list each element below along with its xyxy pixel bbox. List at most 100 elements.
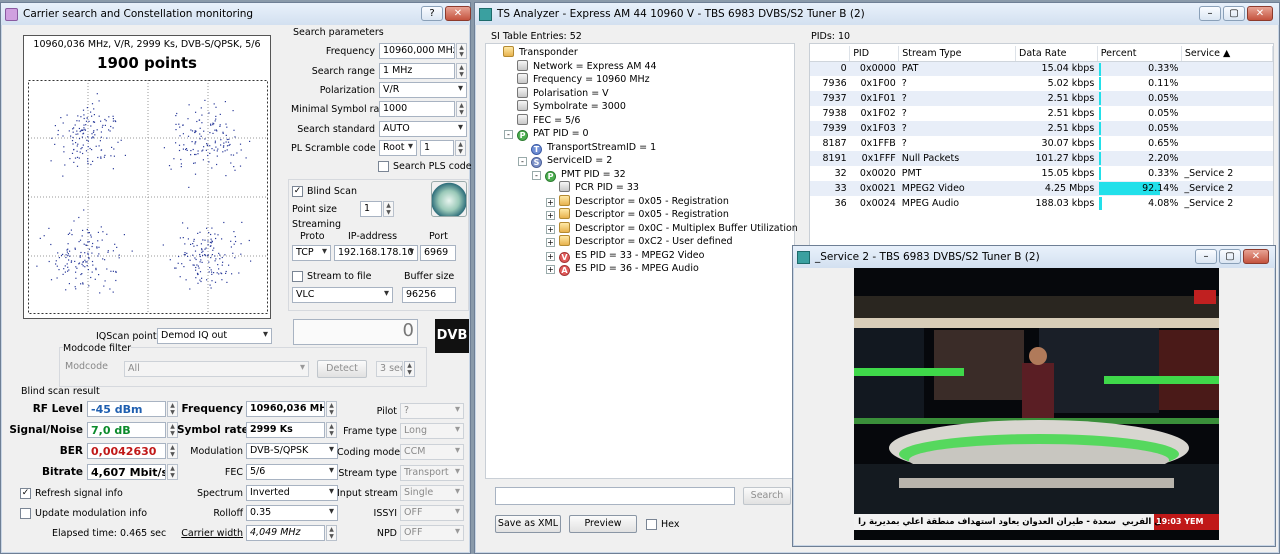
stream-to-file-checkbox[interactable]: [292, 271, 303, 282]
table-row[interactable]: 7938 0x1F02? 2.51 kbps 0.05%: [810, 106, 1273, 121]
table-row[interactable]: 7937 0x1F01? 2.51 kbps 0.05%: [810, 91, 1273, 106]
help-button[interactable]: ?: [421, 6, 443, 21]
video-close-button[interactable]: ✕: [1243, 249, 1269, 264]
iqscan-point-select[interactable]: Demod IQ out: [157, 328, 272, 344]
ts-minimize-button[interactable]: –: [1199, 6, 1221, 21]
expand-icon[interactable]: +: [546, 224, 555, 234]
collapse-icon[interactable]: -: [504, 130, 513, 139]
expand-icon[interactable]: +: [546, 238, 555, 247]
update-modulation-checkbox[interactable]: [20, 508, 31, 519]
carrier-width-spin[interactable]: ▲ ▼: [326, 525, 337, 541]
si-tree-item[interactable]: Polarisation = V: [504, 86, 609, 100]
search-input[interactable]: [495, 487, 735, 505]
si-tree-item[interactable]: FEC = 5/6: [504, 113, 580, 127]
ts-close-button[interactable]: ✕: [1247, 6, 1273, 21]
column-header[interactable]: PID: [849, 46, 900, 62]
expand-icon[interactable]: +: [546, 265, 555, 274]
table-row[interactable]: 8191 0x1FFF Null Packets 101.27 kbps 2.20%: [810, 151, 1273, 166]
column-header[interactable]: [810, 46, 851, 62]
table-row[interactable]: 33 0x0021 MPEG2 Video 4.25 Mbps 92.14% _Servi…: [810, 181, 1273, 196]
frequency-spin[interactable]: ▲ ▼: [456, 43, 467, 59]
frequency-input[interactable]: 10960,000 MHz: [379, 43, 455, 59]
search-pls-checkbox[interactable]: [378, 161, 389, 172]
point-size-input[interactable]: 1: [360, 201, 382, 217]
player-select[interactable]: VLC: [292, 287, 393, 303]
save-as-xml-button[interactable]: Save as XML: [495, 515, 561, 533]
table-row[interactable]: 7936 0x1F00? 5.02 kbps 0.11%: [810, 76, 1273, 91]
input-stream-select[interactable]: Single: [400, 485, 464, 501]
point-size-spin[interactable]: ▲ ▼: [383, 201, 394, 217]
ip-address-select[interactable]: 192.168.178.10: [334, 245, 418, 261]
pl-scramble-spin[interactable]: ▲ ▼: [455, 140, 466, 156]
si-tree-item[interactable]: Transponder: [490, 46, 578, 59]
si-tree-item[interactable]: Frequency = 10960 MHz: [504, 73, 650, 86]
column-header[interactable]: Service ▲: [1181, 46, 1274, 62]
port-input[interactable]: 6969: [420, 245, 456, 261]
si-tree[interactable]: Transponder Network = Express AM 44 Freque…: [485, 43, 798, 479]
coding-mode-select[interactable]: CCM: [400, 444, 464, 460]
si-tree-item[interactable]: - P PMT PID = 32: [532, 168, 626, 182]
close-button[interactable]: ✕: [445, 6, 471, 21]
table-row[interactable]: 0 0x0000 PAT 15.04 kbps 0.33%: [810, 61, 1273, 76]
spectrum-select[interactable]: Inverted: [246, 485, 338, 501]
si-tree-item[interactable]: Symbolrate = 3000: [504, 100, 626, 113]
npd-select[interactable]: OFF: [400, 525, 464, 541]
si-tree-item[interactable]: + V ES PID = 33 - MPEG2 Video: [546, 249, 704, 263]
proto-select[interactable]: TCP: [292, 245, 331, 261]
si-tree-item[interactable]: + Descriptor = 0xC2 - User defined: [546, 235, 733, 248]
detect-time-select[interactable]: 3 sec: [376, 361, 403, 377]
search-range-spin[interactable]: ▲ ▼: [456, 63, 467, 79]
refresh-signal-checkbox[interactable]: ✓: [20, 488, 31, 499]
rolloff-select[interactable]: 0.35: [246, 505, 338, 521]
preview-button[interactable]: Preview: [569, 515, 637, 533]
search-button[interactable]: Search: [743, 487, 791, 505]
hex-checkbox[interactable]: [646, 519, 657, 530]
modcode-select[interactable]: All: [124, 361, 309, 377]
min-symbol-rate-input[interactable]: 1000: [379, 101, 455, 117]
fec-select[interactable]: 5/6: [246, 464, 338, 480]
si-tree-item[interactable]: PCR PID = 33: [546, 181, 639, 194]
column-header[interactable]: Data Rate: [1015, 46, 1098, 62]
polarization-select[interactable]: V/R: [379, 82, 467, 98]
expand-icon[interactable]: +: [546, 197, 555, 207]
frame-type-select[interactable]: Long: [400, 423, 464, 439]
detect-time-spin[interactable]: ▲ ▼: [404, 361, 415, 377]
video-maximize-button[interactable]: ▢: [1219, 249, 1241, 264]
collapse-icon[interactable]: -: [518, 157, 527, 166]
video-minimize-button[interactable]: –: [1195, 249, 1217, 264]
pl-scramble-mode-select[interactable]: Root: [379, 140, 417, 156]
si-tree-item[interactable]: + Descriptor = 0x05 - Registration: [546, 194, 729, 208]
search-range-input[interactable]: 1 MHz: [379, 63, 455, 79]
pilot-select[interactable]: ?: [400, 403, 464, 419]
column-header[interactable]: Stream Type: [898, 46, 1017, 62]
pl-scramble-value-input[interactable]: 1: [420, 140, 454, 156]
expand-icon[interactable]: +: [546, 211, 555, 220]
si-tree-item[interactable]: - P PAT PID = 0: [504, 127, 589, 141]
table-row[interactable]: 7939 0x1F03? 2.51 kbps 0.05%: [810, 121, 1273, 136]
issyi-select[interactable]: OFF: [400, 505, 464, 521]
detect-button[interactable]: Detect: [317, 360, 367, 378]
stream-type-select[interactable]: Transport: [400, 465, 464, 481]
si-tree-item[interactable]: T TransportStreamID = 1: [518, 141, 656, 155]
table-row[interactable]: 8187 0x1FFB? 30.07 kbps 0.65%: [810, 136, 1273, 151]
min-symbol-rate-spin[interactable]: ▲ ▼: [456, 101, 467, 117]
expand-icon[interactable]: +: [546, 251, 555, 261]
column-header[interactable]: Percent: [1097, 46, 1182, 62]
si-tree-item[interactable]: Network = Express AM 44: [504, 59, 657, 73]
ts-maximize-button[interactable]: ▢: [1223, 6, 1245, 21]
si-tree-item[interactable]: - S ServiceID = 2: [518, 154, 612, 168]
symbol-rate-spin[interactable]: ▲ ▼: [326, 422, 337, 438]
collapse-icon[interactable]: -: [532, 170, 541, 180]
table-row[interactable]: 36 0x0024 MPEG Audio 188.03 kbps 4.08% _Servi…: [810, 196, 1273, 211]
si-tree-item[interactable]: + Descriptor = 0x05 - Registration: [546, 208, 729, 221]
si-tree-item[interactable]: + A ES PID = 36 - MPEG Audio: [546, 262, 699, 276]
modulation-select[interactable]: DVB-S/QPSK: [246, 443, 338, 459]
result-frequency-spin[interactable]: ▲ ▼: [326, 401, 337, 417]
blind-scan-checkbox[interactable]: ✓: [292, 186, 303, 197]
si-tree-item[interactable]: + Descriptor = 0x0C - Multiplex Buffer Ut…: [546, 221, 798, 235]
constellation-point: [68, 259, 70, 261]
carrier-width-label[interactable]: Carrier width: [177, 528, 243, 539]
table-row[interactable]: 32 0x0020 PMT 15.05 kbps 0.33% _Service 2: [810, 166, 1273, 181]
buffer-size-input[interactable]: 96256: [402, 287, 456, 303]
search-standard-select[interactable]: AUTO: [379, 121, 467, 137]
